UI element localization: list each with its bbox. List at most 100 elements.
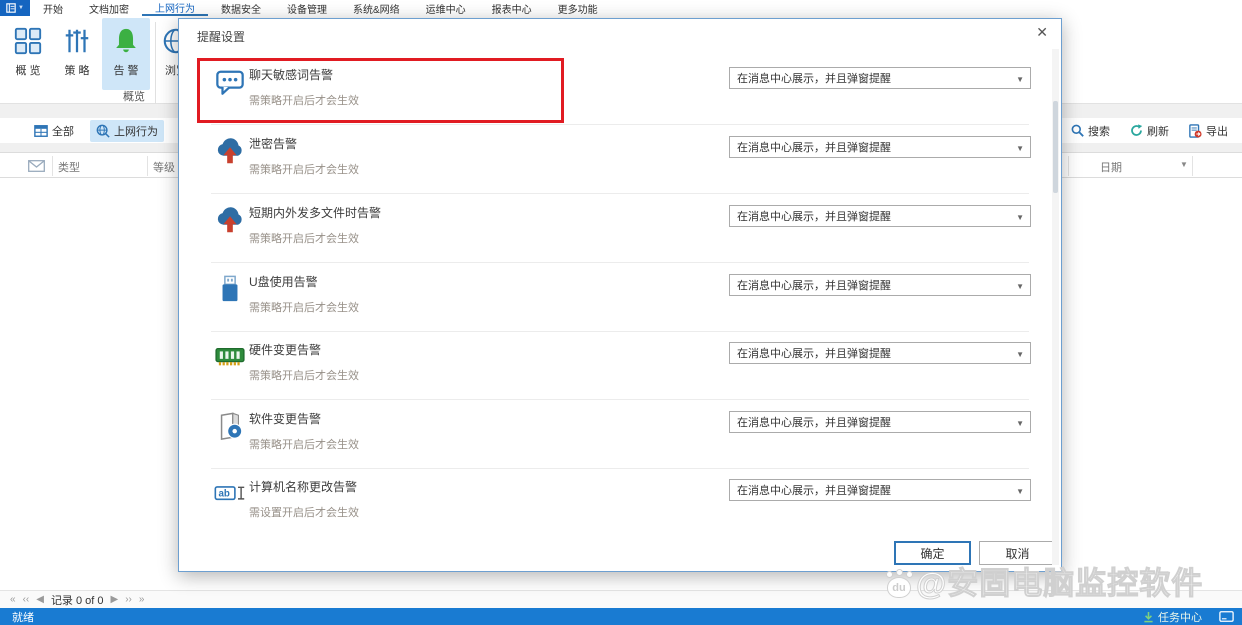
svg-text:ab: ab [218, 489, 229, 500]
tab-web-behavior[interactable]: 上网行为 [142, 0, 208, 16]
alert-title: 硬件变更告警 [249, 343, 322, 357]
cloud-upload-icon [214, 204, 246, 236]
refresh-label: 刷新 [1147, 125, 1169, 138]
tab-data-security[interactable]: 数据安全 [208, 0, 274, 16]
chevron-down-icon[interactable]: ▼ [1180, 160, 1188, 169]
first-page-button[interactable]: « [10, 594, 16, 605]
alert-subtitle: 需策略开启后才会生效 [249, 164, 359, 176]
alert-subtitle: 需策略开启后才会生效 [249, 233, 359, 245]
chat-bubble-icon [214, 66, 246, 98]
filter-web-behavior-label: 上网行为 [114, 125, 158, 138]
fast-next-button[interactable]: ›› [125, 594, 132, 605]
ribbon-tab-bar: ▼ 开始 文档加密 上网行为 数据安全 设备管理 系统&网络 运维中心 报表中心… [0, 0, 1242, 16]
tab-device-mgmt[interactable]: 设备管理 [274, 0, 340, 16]
ribbon-overview-button[interactable]: 概 览 [4, 18, 52, 90]
dropdown-value: 在消息中心展示，并且弹窗提醒 [737, 417, 891, 429]
fast-prev-button[interactable]: ‹‹ [23, 594, 30, 605]
envelope-icon[interactable] [28, 160, 45, 172]
alert-subtitle: 需策略开启后才会生效 [249, 370, 359, 382]
notify-mode-dropdown[interactable]: 在消息中心展示，并且弹窗提醒 ▼ [729, 274, 1031, 296]
chevron-down-icon: ▼ [1016, 144, 1024, 153]
cloud-upload-icon [214, 135, 246, 167]
dropdown-value: 在消息中心展示，并且弹窗提醒 [737, 280, 891, 292]
globe-search-icon [96, 124, 110, 138]
tab-home[interactable]: 开始 [30, 0, 76, 16]
alert-subtitle: 需策略开启后才会生效 [249, 439, 359, 451]
screen-icon[interactable] [1219, 611, 1234, 622]
export-icon [1189, 123, 1202, 138]
dropdown-value: 在消息中心展示，并且弹窗提醒 [737, 142, 891, 154]
column-header-type[interactable]: 类型 [58, 159, 80, 175]
dialog-title: 提醒设置 [197, 30, 246, 44]
notify-mode-dropdown[interactable]: 在消息中心展示，并且弹窗提醒 ▼ [729, 136, 1031, 158]
notify-mode-dropdown[interactable]: 在消息中心展示，并且弹窗提醒 ▼ [729, 479, 1031, 501]
notify-mode-dropdown[interactable]: 在消息中心展示，并且弹窗提醒 ▼ [729, 67, 1031, 89]
next-page-button[interactable]: ▶ [111, 594, 119, 605]
close-icon[interactable]: ✕ [1036, 25, 1048, 39]
dialog-scrollbar[interactable] [1052, 49, 1059, 565]
filter-web-behavior-button[interactable]: 上网行为 [90, 119, 164, 142]
cancel-button[interactable]: 取消 [979, 541, 1056, 565]
usb-drive-icon [214, 273, 246, 305]
ok-button[interactable]: 确定 [894, 541, 971, 565]
alert-title: 软件变更告警 [249, 412, 322, 426]
ribbon-policy-button[interactable]: 策 略 [53, 18, 101, 90]
alert-row-multi-file-send: 短期内外发多文件时告警 需策略开启后才会生效 在消息中心展示，并且弹窗提醒 ▼ [179, 194, 1061, 263]
prev-page-button[interactable]: ◀ [36, 594, 44, 605]
notify-mode-dropdown[interactable]: 在消息中心展示，并且弹窗提醒 ▼ [729, 342, 1031, 364]
filter-all-button[interactable]: 全部 [28, 120, 80, 142]
refresh-button[interactable]: 刷新 [1124, 120, 1175, 142]
alert-row-chat-keywords: 聊天敏感词告警 需策略开启后才会生效 在消息中心展示，并且弹窗提醒 ▼ [179, 56, 1061, 125]
tab-doc-encrypt[interactable]: 文档加密 [76, 0, 142, 16]
alert-subtitle: 需策略开启后才会生效 [249, 95, 359, 107]
chevron-down-icon: ▼ [1016, 213, 1024, 222]
task-center-button[interactable]: 任务中心 [1143, 609, 1202, 625]
column-header-date[interactable]: 日期 [1100, 159, 1122, 175]
scrollbar-thumb[interactable] [1053, 101, 1058, 193]
alert-row-software-change: 软件变更告警 需策略开启后才会生效 在消息中心展示，并且弹窗提醒 ▼ [179, 400, 1061, 469]
alert-title: 泄密告警 [249, 137, 298, 151]
column-separator [147, 156, 148, 176]
export-button[interactable]: 导出 [1183, 120, 1234, 142]
ribbon-group-separator [155, 22, 156, 110]
status-bar: 就绪 任务中心 [0, 608, 1242, 625]
search-label: 搜索 [1088, 125, 1110, 138]
tab-ops-center[interactable]: 运维中心 [413, 0, 479, 16]
ribbon-overview-label: 概 览 [15, 65, 41, 77]
column-separator [1192, 156, 1193, 176]
app-menu-button[interactable]: ▼ [0, 0, 30, 16]
alert-row-leak: 泄密告警 需策略开启后才会生效 在消息中心展示，并且弹窗提醒 ▼ [179, 125, 1061, 194]
alert-bell-icon [111, 26, 141, 56]
pagination-bar: « ‹‹ ◀ 记录 0 of 0 ▶ ›› » [0, 590, 1242, 608]
memory-chip-icon [214, 341, 246, 373]
alert-title: 计算机名称更改告警 [249, 480, 358, 494]
notify-mode-dropdown[interactable]: 在消息中心展示，并且弹窗提醒 ▼ [729, 411, 1031, 433]
tab-report-center[interactable]: 报表中心 [479, 0, 545, 16]
table-icon [34, 124, 48, 138]
status-text: 就绪 [12, 611, 34, 624]
ribbon-alert-button[interactable]: 告 警 [102, 18, 150, 90]
alert-title: U盘使用告警 [249, 275, 318, 289]
alert-row-hardware-change: 硬件变更告警 需策略开启后才会生效 在消息中心展示，并且弹窗提醒 ▼ [179, 331, 1061, 400]
chevron-down-icon: ▼ [1016, 419, 1024, 428]
notify-mode-dropdown[interactable]: 在消息中心展示，并且弹窗提醒 ▼ [729, 205, 1031, 227]
policy-sliders-icon [62, 26, 92, 56]
tab-system-network[interactable]: 系统&网络 [340, 0, 413, 16]
task-center-label: 任务中心 [1158, 611, 1202, 624]
app-window: ▼ 开始 文档加密 上网行为 数据安全 设备管理 系统&网络 运维中心 报表中心… [0, 0, 1242, 625]
filter-all-label: 全部 [52, 125, 74, 138]
ribbon-policy-label: 策 略 [64, 65, 90, 77]
software-box-icon [214, 410, 246, 442]
record-count: 记录 0 of 0 [50, 594, 104, 607]
last-page-button[interactable]: » [139, 594, 145, 605]
chevron-down-icon: ▼ [1016, 282, 1024, 291]
ribbon-alert-label: 告 警 [113, 65, 139, 77]
chevron-down-icon: ▼ [1016, 350, 1024, 359]
tab-more[interactable]: 更多功能 [545, 0, 611, 16]
magnifier-icon [1071, 124, 1084, 137]
column-header-level[interactable]: 等级 [153, 159, 175, 175]
alert-row-usb-usage: U盘使用告警 需策略开启后才会生效 在消息中心展示，并且弹窗提醒 ▼ [179, 263, 1061, 332]
search-button[interactable]: 搜索 [1065, 120, 1116, 142]
download-arrow-icon [1143, 611, 1154, 623]
overview-grid-icon [13, 26, 43, 56]
